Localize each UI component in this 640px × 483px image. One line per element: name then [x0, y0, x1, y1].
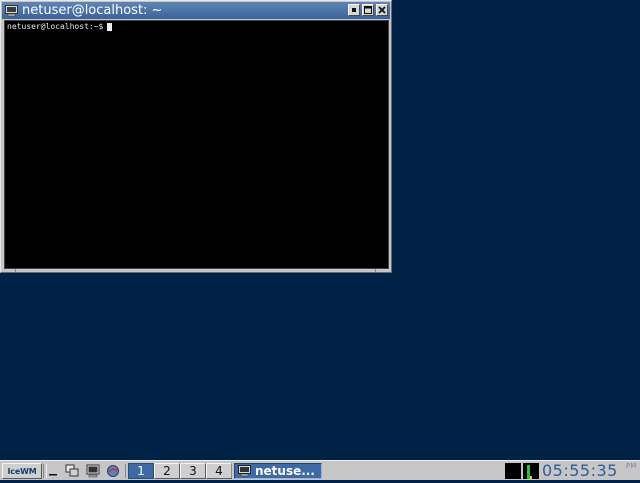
- browser-launcher-button[interactable]: [104, 463, 122, 479]
- clock[interactable]: 05:55:35: [542, 461, 618, 481]
- start-menu-button[interactable]: IceWM: [2, 463, 42, 479]
- workspace-label: 1: [137, 464, 145, 478]
- workspace-label: 2: [163, 464, 171, 478]
- minimize-icon: [352, 8, 356, 12]
- network-graph-icon: [527, 465, 532, 479]
- maximize-icon: [364, 6, 372, 14]
- workspace-button-1[interactable]: 1: [128, 463, 154, 479]
- workspace-label: 4: [215, 464, 223, 478]
- workspace-button-3[interactable]: 3: [180, 463, 206, 479]
- window-title: netuser@localhost: ~: [22, 3, 163, 18]
- resize-grip-right[interactable]: [375, 269, 390, 272]
- terminal-icon: [86, 464, 100, 478]
- cpu-monitor[interactable]: [505, 463, 521, 479]
- clock-ampm: PM: [626, 462, 637, 470]
- terminal-prompt-line: netuser@localhost:~$: [7, 22, 113, 32]
- show-desktop-button[interactable]: [45, 463, 61, 479]
- start-menu-label: IceWM: [7, 466, 37, 476]
- workspace-button-2[interactable]: 2: [154, 463, 180, 479]
- terminal-launcher-button[interactable]: [84, 463, 102, 479]
- task-button-terminal[interactable]: netuse...: [234, 463, 322, 479]
- terminal-area[interactable]: netuser@localhost:~$: [4, 20, 389, 269]
- workspace-label: 3: [189, 464, 197, 478]
- close-icon: [378, 6, 386, 14]
- network-monitor[interactable]: [523, 463, 539, 479]
- task-label: netuse...: [255, 464, 315, 478]
- workspace-button-4[interactable]: 4: [206, 463, 232, 479]
- close-button[interactable]: [376, 4, 388, 16]
- terminal-icon[interactable]: [5, 4, 18, 17]
- minimize-button[interactable]: [348, 4, 360, 16]
- maximize-button[interactable]: [362, 4, 374, 16]
- terminal-prompt: netuser@localhost:~$: [7, 22, 104, 31]
- terminal-icon: [238, 465, 251, 477]
- browser-icon: [107, 465, 119, 477]
- terminal-window[interactable]: netuser@localhost: ~ netuser@localhost:~…: [0, 0, 392, 273]
- show-desktop-icon: [49, 474, 57, 476]
- window-titlebar[interactable]: netuser@localhost: ~: [2, 2, 390, 19]
- resize-grip-left[interactable]: [15, 269, 30, 272]
- text-cursor: [107, 23, 113, 31]
- window-list-button[interactable]: [63, 463, 81, 479]
- window-list-icon: [65, 464, 79, 477]
- taskbar: IceWM 1 2 3 4 netuse... 05:55:35 PM: [0, 460, 640, 480]
